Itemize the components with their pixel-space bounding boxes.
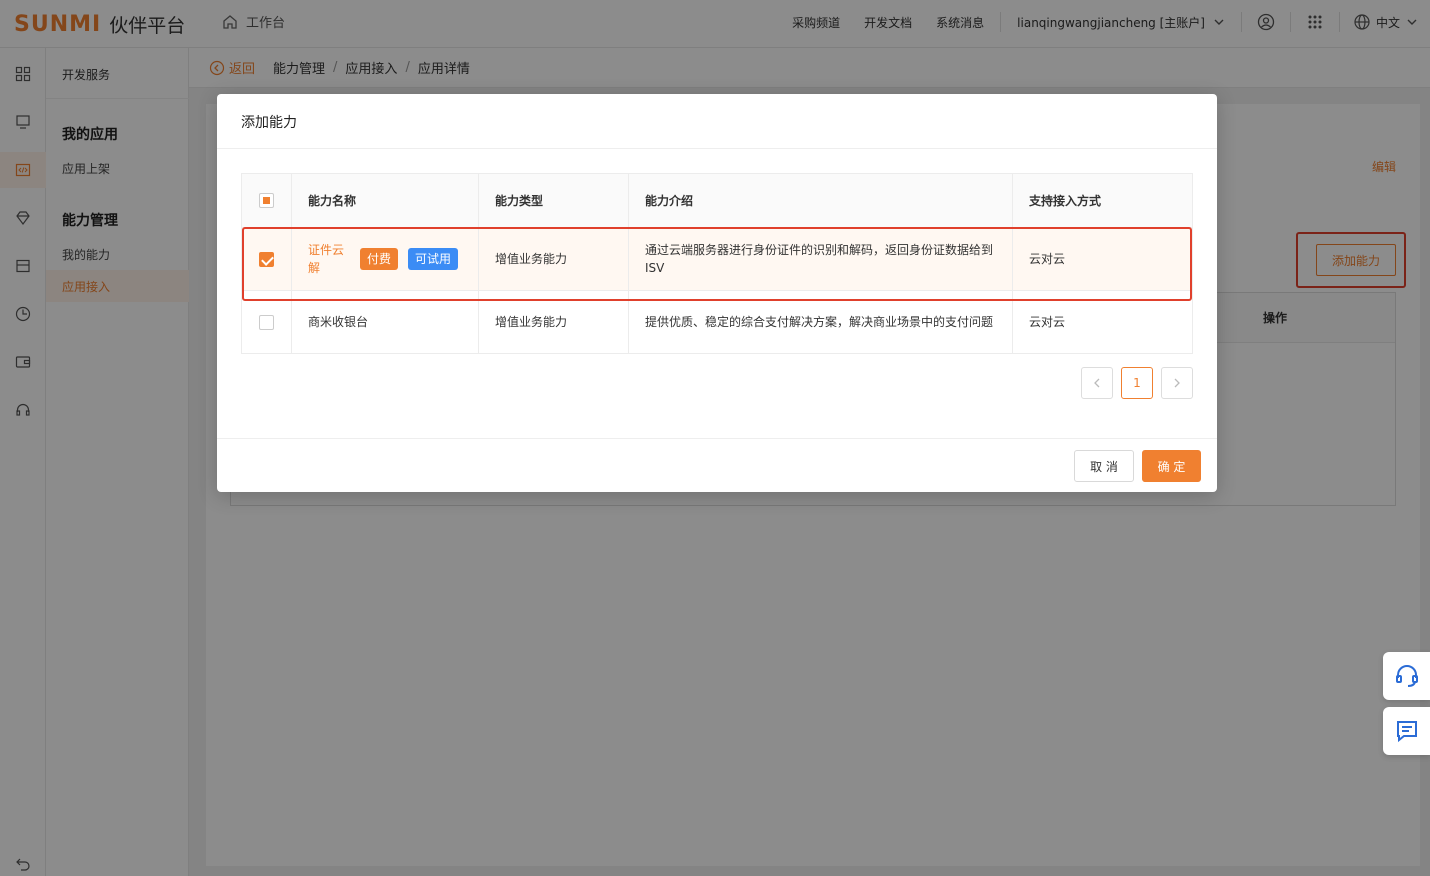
customer-service-button[interactable] [1383,652,1430,700]
divider [217,438,1217,439]
capability-type: 增值业务能力 [478,227,629,291]
feedback-button[interactable] [1383,707,1430,755]
modal-title: 添加能力 [241,115,297,131]
table-row[interactable]: 证件云解 付费 可试用 增值业务能力 通过云端服务器进行身份证件的识别和解码，返… [241,227,1193,291]
column-header: 支持接入方式 [1012,173,1193,228]
capability-name: 商米收银台 [291,290,479,354]
prev-page-button[interactable] [1081,367,1113,399]
capability-type: 增值业务能力 [478,290,629,354]
row-checkbox[interactable] [259,252,274,267]
next-page-button[interactable] [1161,367,1193,399]
row-select-cell [241,227,292,291]
message-icon [1396,721,1417,743]
capability-intro: 提供优质、稳定的综合支付解决方案，解决商业场景中的支付问题 [628,290,1013,354]
capability-name-link[interactable]: 证件云解 [308,241,350,277]
capability-intro: 通过云端服务器进行身份证件的识别和解码，返回身份证数据给到ISV [628,227,1013,291]
table-header-row: 能力名称 能力类型 能力介绍 支持接入方式 [241,173,1193,228]
cancel-button[interactable]: 取 消 [1074,450,1134,482]
chevron-right-icon [1174,378,1180,388]
add-capability-modal: 添加能力 能力名称 能力类型 能力介绍 支持接入方式 证件云解 付费 可试用 增… [217,94,1217,492]
capability-table: 能力名称 能力类型 能力介绍 支持接入方式 证件云解 付费 可试用 增值业务能力… [241,173,1193,354]
headset-icon [1395,665,1418,687]
select-all-checkbox[interactable] [259,193,274,208]
confirm-button[interactable]: 确 定 [1142,450,1201,482]
page-number[interactable]: 1 [1121,367,1153,399]
table-row[interactable]: 商米收银台 增值业务能力 提供优质、稳定的综合支付解决方案，解决商业场景中的支付… [241,290,1193,354]
pagination: 1 [1081,367,1193,399]
access-method: 云对云 [1012,227,1193,291]
divider [217,148,1217,149]
column-header: 能力类型 [478,173,629,228]
paid-badge: 付费 [360,248,399,270]
row-checkbox[interactable] [259,315,274,330]
row-select-cell [241,290,292,354]
capability-name-cell: 证件云解 付费 可试用 [291,227,479,291]
access-method: 云对云 [1012,290,1193,354]
chevron-left-icon [1094,378,1100,388]
column-header: 能力介绍 [628,173,1013,228]
select-all-cell [241,173,292,228]
column-header: 能力名称 [291,173,479,228]
trial-badge: 可试用 [408,248,459,270]
